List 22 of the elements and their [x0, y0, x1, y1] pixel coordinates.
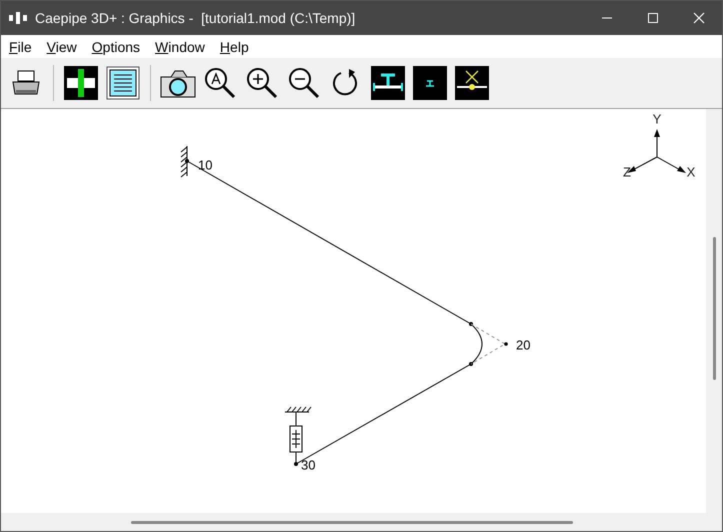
- pipe-segment-icon[interactable]: [62, 64, 100, 102]
- node-label: 20: [516, 337, 530, 352]
- node-label: 30: [301, 457, 316, 472]
- axis-label: Z: [623, 164, 631, 180]
- window-title: Caepipe 3D+ : Graphics - [tutorial1.mod (C:\Temp)]: [35, 10, 356, 26]
- node-label: 10: [198, 157, 212, 172]
- close-icon: [693, 12, 705, 24]
- junction-icon[interactable]: [453, 64, 491, 102]
- app-icon: [9, 12, 27, 24]
- tee-icon[interactable]: [369, 64, 407, 102]
- menu-item[interactable]: Help: [216, 36, 253, 56]
- menu-item[interactable]: Window: [151, 36, 209, 56]
- small-tee-icon[interactable]: [411, 64, 449, 102]
- anchor-icon: [180, 146, 188, 178]
- menu-item[interactable]: Options: [88, 36, 144, 56]
- document-list-icon[interactable]: [104, 64, 142, 102]
- axis-label: Y: [652, 111, 662, 126]
- bend-drawing: [470, 324, 508, 364]
- menu-item[interactable]: View: [42, 36, 81, 56]
- menu-item[interactable]: File: [5, 36, 36, 56]
- axis-label: X: [686, 164, 696, 180]
- maximize-icon: [647, 12, 659, 24]
